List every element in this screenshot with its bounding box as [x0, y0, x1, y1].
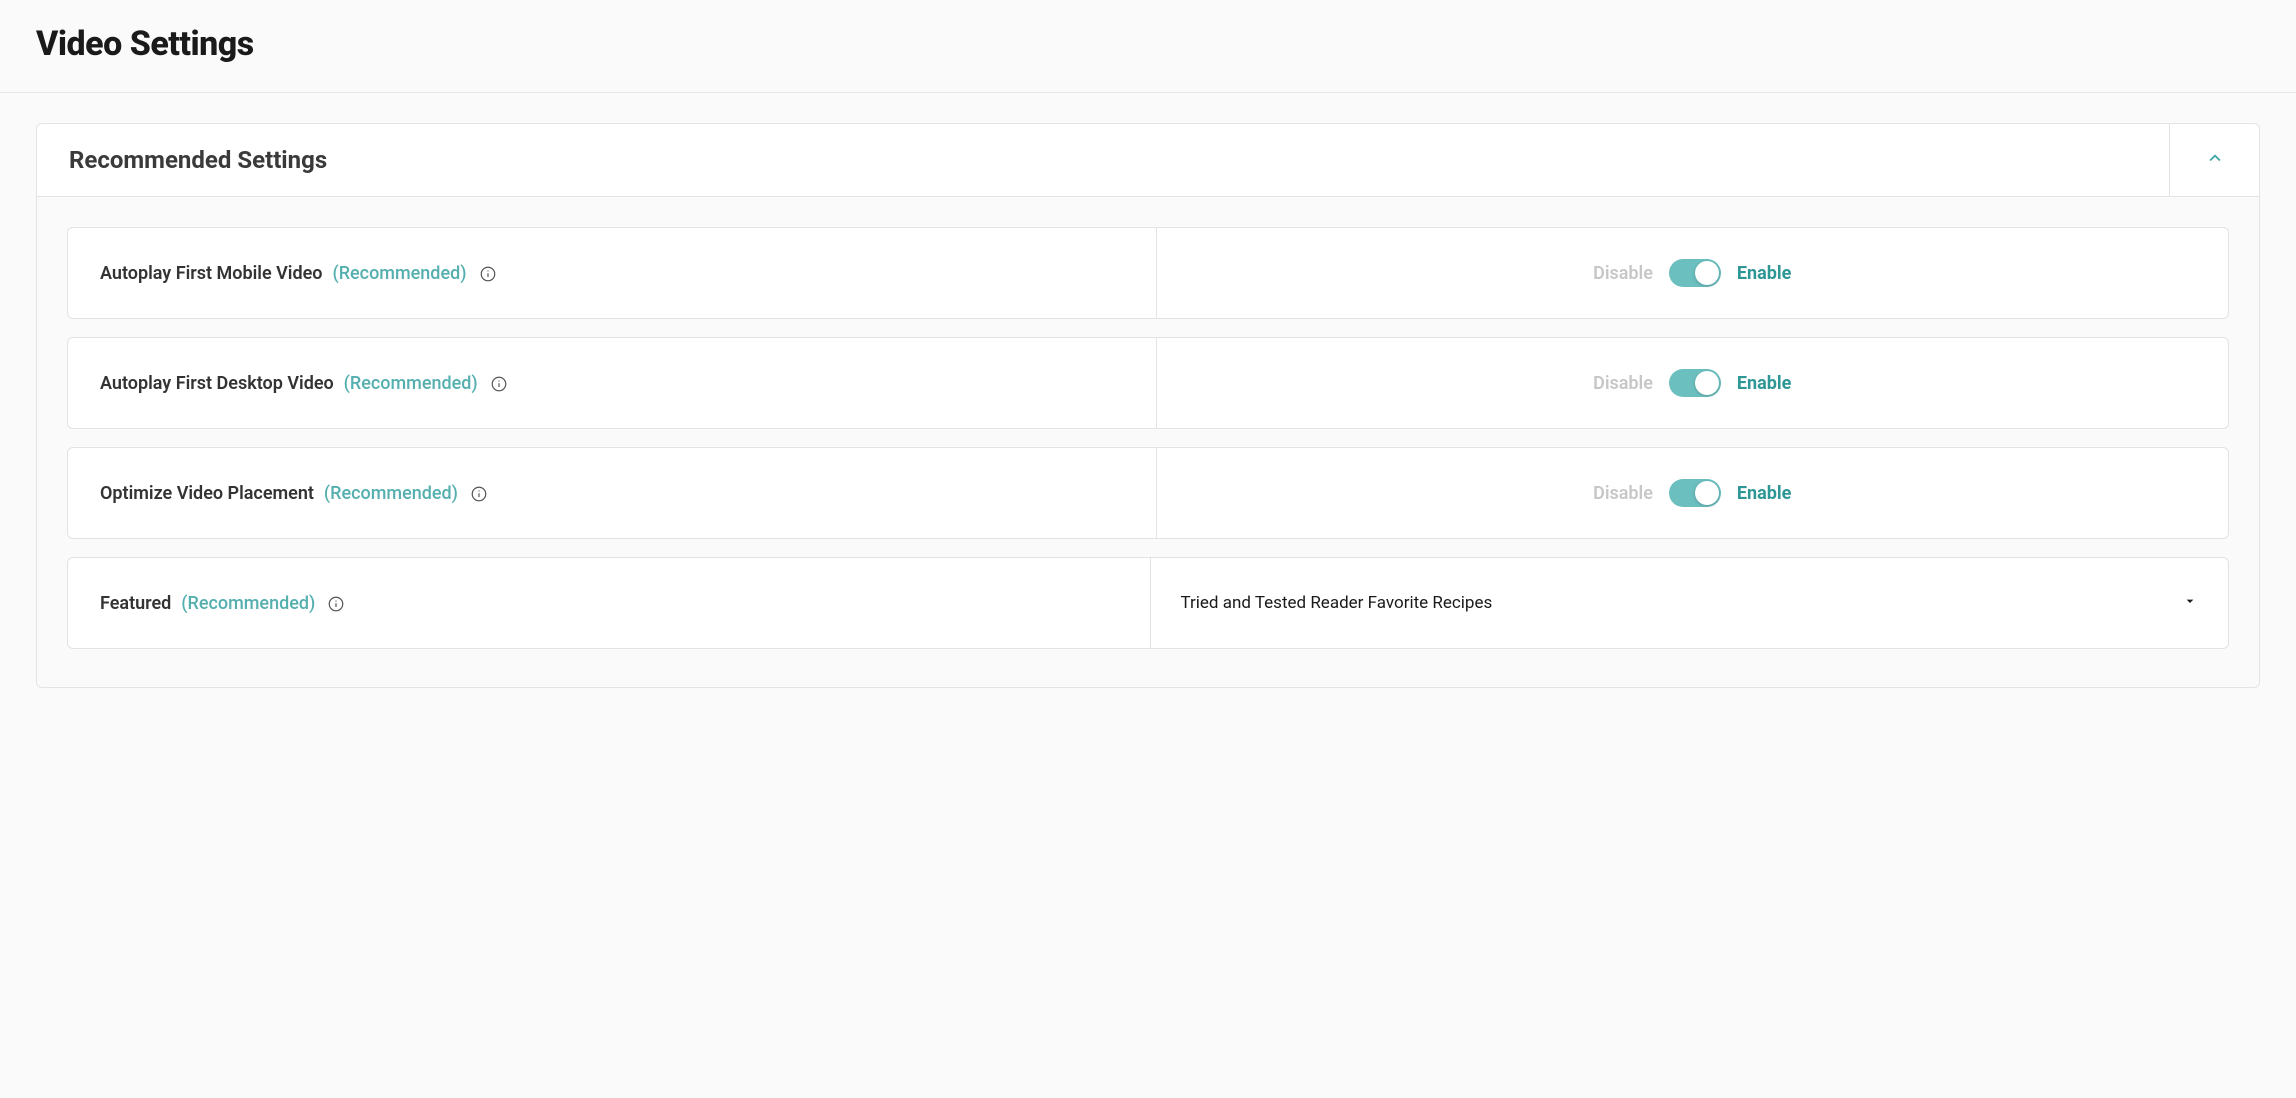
setting-label: Autoplay First Mobile Video	[100, 263, 323, 284]
toggle-switch[interactable]	[1669, 479, 1721, 507]
setting-row-featured: Featured (Recommended) Tried and Tested …	[67, 557, 2229, 649]
setting-label: Optimize Video Placement	[100, 483, 314, 504]
enable-label: Enable	[1737, 373, 1791, 394]
content-area: Recommended Settings Autoplay First Mobi…	[0, 93, 2296, 708]
setting-label-wrap: Optimize Video Placement (Recommended)	[100, 483, 488, 504]
card-header-title-wrap: Recommended Settings	[37, 124, 2169, 196]
setting-left: Optimize Video Placement (Recommended)	[68, 448, 1157, 538]
recommended-tag: (Recommended)	[181, 593, 315, 614]
info-icon[interactable]	[490, 375, 508, 393]
recommended-settings-card: Recommended Settings Autoplay First Mobi…	[36, 123, 2260, 688]
info-icon[interactable]	[327, 595, 345, 613]
recommended-tag: (Recommended)	[332, 263, 466, 284]
setting-label-wrap: Featured (Recommended)	[100, 593, 345, 614]
disable-label: Disable	[1593, 373, 1653, 394]
toggle-knob	[1695, 261, 1719, 285]
disable-label: Disable	[1593, 263, 1653, 284]
setting-row-autoplay-mobile: Autoplay First Mobile Video (Recommended…	[67, 227, 2229, 319]
setting-left: Autoplay First Desktop Video (Recommende…	[68, 338, 1157, 428]
card-header: Recommended Settings	[37, 124, 2259, 197]
setting-row-autoplay-desktop: Autoplay First Desktop Video (Recommende…	[67, 337, 2229, 429]
setting-label-wrap: Autoplay First Desktop Video (Recommende…	[100, 373, 508, 394]
recommended-tag: (Recommended)	[324, 483, 458, 504]
setting-label: Autoplay First Desktop Video	[100, 373, 334, 394]
card-header-title: Recommended Settings	[69, 146, 2137, 174]
toggle-knob	[1695, 371, 1719, 395]
setting-left: Featured (Recommended)	[68, 558, 1151, 648]
toggle-knob	[1695, 481, 1719, 505]
featured-select[interactable]: Tried and Tested Reader Favorite Recipes	[1151, 558, 2229, 648]
info-icon[interactable]	[479, 265, 497, 283]
setting-label: Featured	[100, 593, 171, 614]
toggle-switch[interactable]	[1669, 259, 1721, 287]
setting-left: Autoplay First Mobile Video (Recommended…	[68, 228, 1157, 318]
setting-right: Disable Enable	[1157, 338, 2229, 428]
chevron-up-icon	[2204, 147, 2226, 173]
enable-label: Enable	[1737, 263, 1791, 284]
info-icon[interactable]	[470, 485, 488, 503]
collapse-toggle-button[interactable]	[2169, 124, 2259, 196]
setting-label-wrap: Autoplay First Mobile Video (Recommended…	[100, 263, 497, 284]
recommended-tag: (Recommended)	[344, 373, 478, 394]
page-header: Video Settings	[0, 0, 2296, 93]
disable-label: Disable	[1593, 483, 1653, 504]
enable-label: Enable	[1737, 483, 1791, 504]
setting-row-optimize-placement: Optimize Video Placement (Recommended) D…	[67, 447, 2229, 539]
card-body: Autoplay First Mobile Video (Recommended…	[37, 197, 2259, 687]
select-value: Tried and Tested Reader Favorite Recipes	[1181, 593, 1493, 613]
setting-right: Disable Enable	[1157, 448, 2229, 538]
chevron-down-icon	[2182, 593, 2198, 613]
toggle-switch[interactable]	[1669, 369, 1721, 397]
page-title: Video Settings	[36, 24, 2260, 64]
setting-right: Disable Enable	[1157, 228, 2229, 318]
